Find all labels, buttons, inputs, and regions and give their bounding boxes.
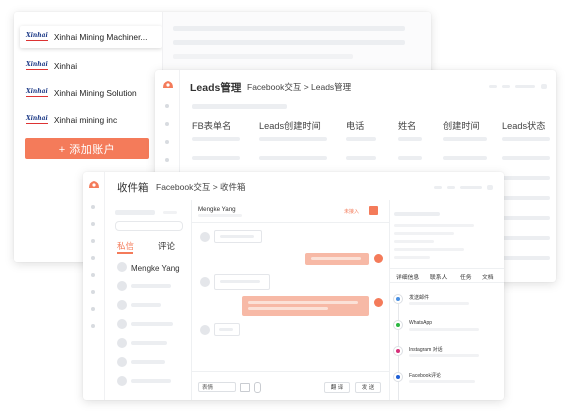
column-header: Leads创建时间	[259, 121, 321, 131]
add-account-button[interactable]: + 添加账户	[25, 138, 149, 159]
instagram-icon	[393, 346, 403, 356]
account-item[interactable]: Xinhai Xinhai Mining Solution	[20, 82, 162, 104]
activity-label: 发送邮件	[409, 295, 430, 301]
tab-comments[interactable]: 评论	[158, 240, 175, 252]
account-item[interactable]: Xinhai Xinhai mining inc	[20, 109, 162, 131]
avatar	[117, 262, 127, 272]
activity-label: WhatsApp	[409, 320, 433, 326]
email-icon	[393, 294, 403, 304]
page-title: Leads管理	[190, 82, 242, 94]
tab-contacts[interactable]: 联系人	[430, 272, 447, 281]
conversation-list: 私信 评论 Mengke Yang	[105, 200, 192, 400]
xinhai-logo: Xinhai	[26, 88, 48, 97]
emoji-select[interactable]: 表情	[198, 382, 236, 392]
account-item[interactable]: Xinhai Xinhai	[20, 55, 162, 77]
xinhai-logo: Xinhai	[26, 61, 48, 70]
send-button[interactable]: 发 送	[355, 382, 381, 393]
detail-panel: 详细信息 联系人 任务 文档 发送邮件 WhatsApp Instagram 对…	[390, 200, 504, 400]
column-header: FB表单名	[192, 121, 232, 131]
chat-user-name: Mengke Yang	[198, 206, 236, 213]
account-name: Xinhai Mining Solution	[53, 88, 137, 98]
breadcrumb: Facebook交互 > 收件箱	[156, 182, 246, 192]
tab-documents[interactable]: 文档	[482, 272, 494, 281]
status-badge: 未接入	[344, 209, 360, 215]
attachment-icon[interactable]	[254, 382, 261, 393]
sidebar	[83, 172, 105, 400]
activity-label: Facebook评论	[409, 373, 441, 379]
edit-icon[interactable]	[369, 206, 378, 215]
xinhai-logo: Xinhai	[26, 115, 48, 124]
message-bubble-right	[242, 296, 369, 316]
agent-avatar-icon	[374, 254, 383, 263]
contact-name[interactable]: Mengke Yang	[131, 264, 180, 273]
column-header: 创建时间	[443, 121, 480, 131]
inbox-panel: 收件箱 Facebook交互 > 收件箱 私信 评论 Mengke Yang M…	[83, 172, 504, 400]
chat-panel: Mengke Yang 未接入 表情 翻 译 发 送	[192, 200, 390, 400]
search-input[interactable]	[115, 221, 183, 231]
account-name: Xinhai	[53, 61, 78, 71]
whatsapp-icon	[393, 320, 403, 330]
tab-tasks[interactable]: 任务	[460, 272, 472, 281]
message-bubble-left	[214, 230, 262, 243]
app-logo-icon	[89, 181, 99, 188]
xinhai-logo: Xinhai	[26, 32, 48, 41]
column-header: Leads状态	[502, 121, 546, 131]
message-icon[interactable]	[240, 383, 250, 392]
message-bubble-right	[305, 253, 369, 265]
column-header: 姓名	[398, 121, 417, 131]
account-item[interactable]: Xinhai Xinhai Mining Machiner...	[20, 26, 162, 48]
message-bubble-left	[214, 323, 240, 336]
account-name: Xinhai mining inc	[53, 115, 118, 125]
message-bubble-left	[214, 274, 270, 290]
column-header: 电话	[346, 121, 365, 131]
page-title: 收件箱	[117, 182, 149, 194]
app-logo-icon	[163, 81, 173, 88]
agent-avatar-icon	[374, 298, 383, 307]
composer-toolbar: 表情 翻 译 发 送	[192, 371, 389, 400]
tab-private-messages[interactable]: 私信	[117, 240, 134, 252]
facebook-icon	[393, 372, 403, 382]
account-name: Xinhai Mining Machiner...	[53, 32, 148, 42]
activity-label: Instagram 对话	[409, 347, 443, 353]
translate-button[interactable]: 翻 译	[324, 382, 350, 393]
breadcrumb: Facebook交互 > Leads管理	[247, 82, 352, 92]
tab-details[interactable]: 详细信息	[396, 272, 419, 281]
